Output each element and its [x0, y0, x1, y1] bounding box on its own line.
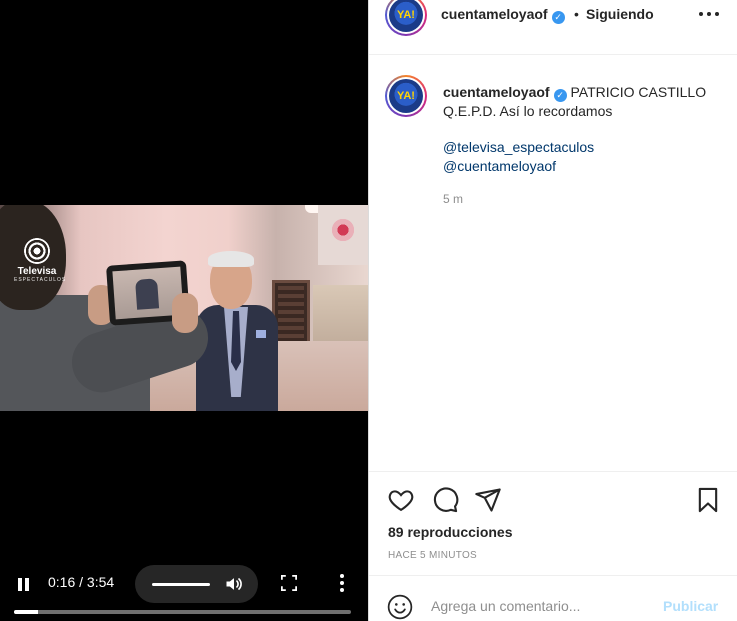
- caption-avatar-logo: YA!: [389, 79, 423, 113]
- caption-time: 5 m: [443, 192, 464, 206]
- video-player[interactable]: Televisa ESPECTACULOS 0:16 / 3:54: [0, 0, 368, 621]
- video-controls: 0:16 / 3:54: [0, 560, 368, 610]
- heart-icon[interactable]: [387, 486, 415, 514]
- video-time: 0:16 / 3:54: [48, 574, 115, 590]
- comment-icon[interactable]: [431, 486, 459, 514]
- posted-time: HACE 5 MINUTOS: [388, 550, 478, 561]
- video-progress-fill: [14, 610, 38, 614]
- author-username-link[interactable]: cuentameloyaof ✓: [441, 6, 565, 24]
- caption-verified-icon: ✓: [553, 89, 567, 102]
- fullscreen-icon[interactable]: [278, 572, 300, 594]
- right-hand: [172, 293, 198, 333]
- televisa-logo-icon: [24, 238, 50, 264]
- channel-logo-name: Televisa: [17, 266, 57, 277]
- tag-link[interactable]: @televisa_espectaculos: [443, 138, 594, 157]
- channel-logo: Televisa ESPECTACULOS: [14, 238, 67, 283]
- bookmark-icon[interactable]: [694, 486, 722, 514]
- emoji-icon[interactable]: [387, 594, 413, 620]
- video-frame[interactable]: [0, 205, 368, 411]
- views-count[interactable]: 89 reproducciones: [388, 524, 513, 540]
- more-horizontal-icon[interactable]: [699, 12, 719, 20]
- post-side-panel: YA! cuentameloyaof ✓ • Siguiendo YA! cuen…: [368, 0, 737, 621]
- following-button[interactable]: Siguiendo: [586, 6, 654, 22]
- post-header: YA! cuentameloyaof ✓ • Siguiendo: [369, 0, 737, 55]
- separator-dot: •: [574, 6, 579, 22]
- channel-logo-sub: ESPECTACULOS: [14, 277, 67, 283]
- share-icon[interactable]: [474, 486, 502, 514]
- volume-slider[interactable]: [152, 583, 210, 586]
- more-vertical-icon[interactable]: [332, 572, 352, 594]
- comment-bar: Publicar: [369, 575, 737, 621]
- caption-avatar[interactable]: YA!: [385, 75, 427, 117]
- scene-plant: [318, 205, 368, 265]
- volume-icon[interactable]: [223, 574, 245, 594]
- volume-control[interactable]: [135, 565, 258, 603]
- author-avatar[interactable]: YA!: [385, 0, 427, 36]
- verified-icon: ✓: [551, 11, 565, 24]
- comment-input[interactable]: [431, 594, 651, 618]
- pause-icon[interactable]: [12, 573, 34, 595]
- publish-button[interactable]: Publicar: [663, 598, 718, 614]
- author-username[interactable]: cuentameloyaof: [441, 6, 548, 22]
- caption-text-block: cuentameloyaof ✓ PATRICIO CASTILLO Q.E.P.…: [443, 83, 713, 121]
- avatar-logo: YA!: [389, 0, 423, 32]
- caption-tags: @televisa_espectaculos @cuentameloyaof: [443, 138, 594, 176]
- video-progress-bar[interactable]: [14, 610, 351, 614]
- tag-link[interactable]: @cuentameloyaof: [443, 157, 594, 176]
- caption-username[interactable]: cuentameloyaof: [443, 84, 550, 100]
